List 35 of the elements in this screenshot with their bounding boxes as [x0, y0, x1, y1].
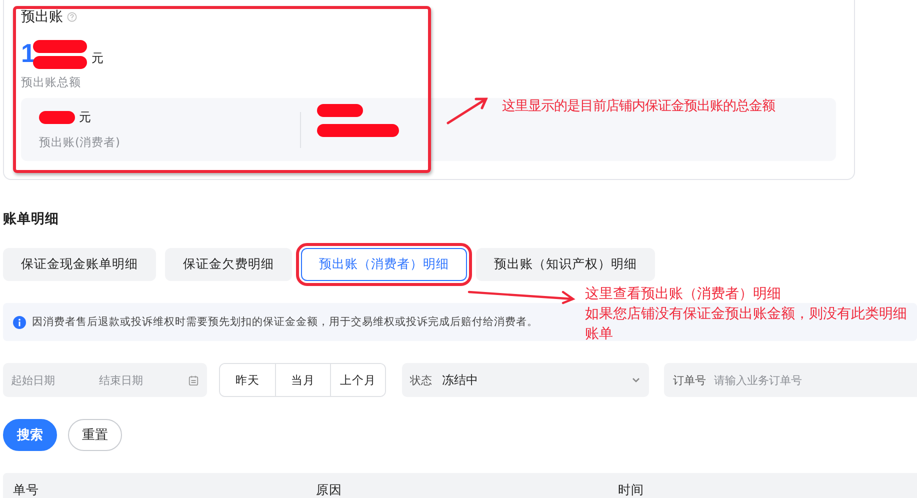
- chevron-icon: [631, 375, 641, 385]
- tab[interactable]: 预出账（知识产权）明细: [476, 248, 655, 281]
- reset-button[interactable]: 重置: [68, 419, 122, 451]
- selected-value: 冻结中: [442, 372, 478, 388]
- currency-unit: 元: [91, 50, 104, 67]
- order-number-input[interactable]: 请输入业务订单号: [714, 374, 908, 386]
- currency-unit: 元: [79, 109, 91, 126]
- column-header: 单号: [13, 481, 40, 498]
- column-header: 时间: [618, 481, 645, 498]
- start-date-input[interactable]: 起始日期: [11, 374, 81, 386]
- card-title: 预出账: [21, 8, 63, 26]
- info-text: 因消费者售后退款或投诉维权时需要预先划扣的保证金金额，用于交易维权或投诉完成后赔付给消费者。: [32, 315, 538, 329]
- search-button[interactable]: 搜索: [3, 419, 57, 451]
- item-label: 预出账(消费者): [39, 135, 121, 150]
- order-number-field[interactable]: 订单号 请输入业务订单号: [664, 363, 917, 397]
- section-title: 账单明细: [3, 210, 60, 228]
- info-icon: [13, 316, 26, 328]
- help-icon: [67, 12, 77, 22]
- calendar-icon: [188, 374, 199, 386]
- date-range-field[interactable]: 起始日期 结束日期: [3, 363, 207, 397]
- end-date-input[interactable]: 结束日期: [99, 374, 169, 386]
- tab[interactable]: 保证金现金账单明细: [3, 248, 156, 281]
- date-range-option[interactable]: 上个月: [330, 364, 385, 396]
- annotation-note: 这里查看预出账（消费者）明细 如果您店铺没有保证金预出账金额，则没有此类明细账单: [585, 285, 908, 344]
- tab[interactable]: 保证金欠费明细: [165, 248, 292, 281]
- field-label: 状态: [410, 372, 432, 388]
- redaction-mark: [33, 56, 87, 69]
- field-label: 订单号: [673, 372, 706, 388]
- annotation-note: 这里显示的是目前店铺内保证金预出账的总金额: [502, 98, 775, 115]
- total-label: 预出账总额: [21, 75, 82, 90]
- arrow-icon: [446, 95, 490, 125]
- column-header: 原因: [316, 481, 343, 498]
- arrow-icon: [467, 288, 577, 304]
- status-select[interactable]: 状态 冻结中: [402, 363, 649, 397]
- total-amount: 1: [21, 38, 36, 69]
